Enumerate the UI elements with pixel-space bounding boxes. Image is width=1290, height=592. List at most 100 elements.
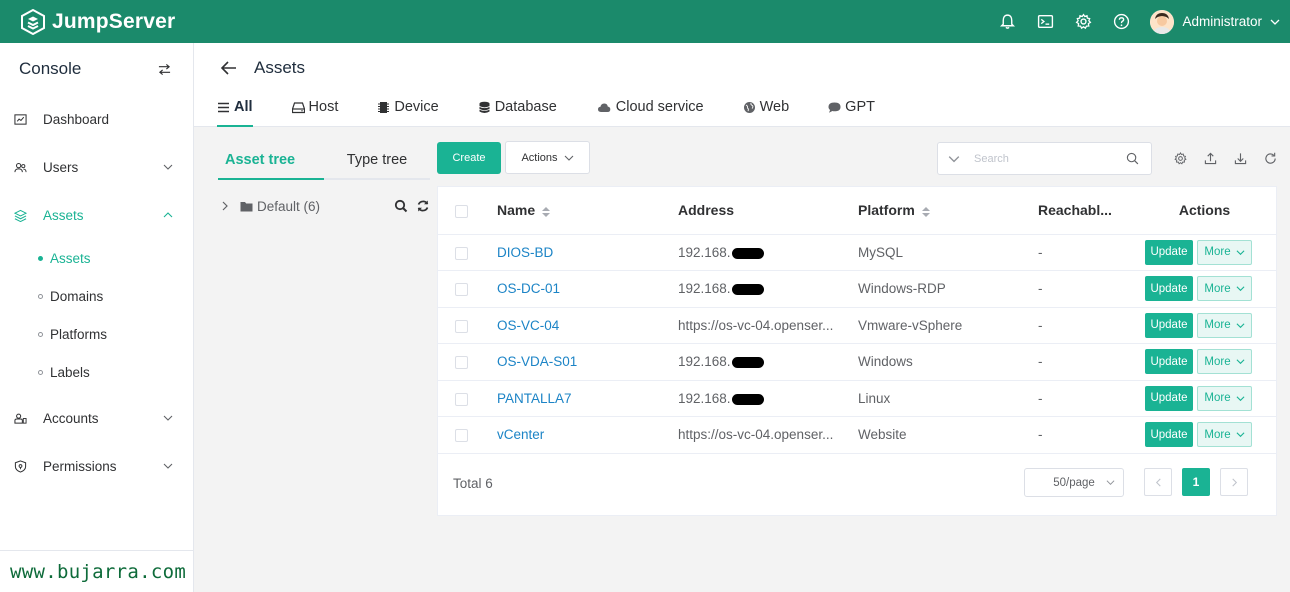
sort-icon[interactable] <box>541 206 551 218</box>
chevron-down-icon[interactable] <box>948 153 960 165</box>
tab-database[interactable]: Database <box>478 95 557 127</box>
update-button[interactable]: Update <box>1145 276 1193 302</box>
row-checkbox[interactable] <box>455 246 468 260</box>
tab-type-tree[interactable]: Type tree <box>324 142 430 178</box>
chevron-left-icon <box>1155 478 1161 486</box>
sidebar-subitem-label: Domains <box>50 288 104 304</box>
update-button[interactable]: Update <box>1145 385 1193 411</box>
redaction-mark <box>731 357 764 369</box>
asset-address: 192.168. <box>678 354 731 370</box>
sidebar-footer: www.bujarra.com <box>0 550 193 592</box>
sidebar-item-dashboard[interactable]: Dashboard <box>0 95 193 143</box>
user-menu[interactable]: Administrator <box>1150 0 1280 43</box>
next-page-button[interactable] <box>1220 468 1248 496</box>
asset-address: https://os-vc-04.openser... <box>678 307 858 344</box>
asset-reachable: - <box>1038 380 1133 417</box>
settings-button[interactable] <box>1165 150 1195 166</box>
update-button[interactable]: Update <box>1145 422 1193 448</box>
tab-web[interactable]: Web <box>743 95 789 127</box>
select-all-checkbox[interactable] <box>455 205 468 219</box>
table-row: vCenter https://os-vc-04.openser... Webs… <box>438 416 1276 454</box>
sidebar-subitem-platforms[interactable]: Platforms <box>0 315 193 353</box>
sidebar-item-assets[interactable]: Assets <box>0 191 193 239</box>
asset-name-link[interactable]: vCenter <box>497 427 544 442</box>
page-number-current[interactable]: 1 <box>1182 468 1210 496</box>
terminal-icon[interactable] <box>1026 0 1064 43</box>
tab-all[interactable]: All <box>217 95 253 127</box>
column-header-platform[interactable]: Platform <box>858 187 1038 235</box>
tab-label: Host <box>308 99 339 115</box>
tree-node-default[interactable]: Default (6) <box>218 194 430 218</box>
more-dropdown[interactable]: More <box>1197 276 1252 302</box>
sidebar-subitem-domains[interactable]: Domains <box>0 277 193 315</box>
more-dropdown[interactable]: More <box>1197 349 1252 375</box>
row-checkbox[interactable] <box>455 356 468 370</box>
search-input[interactable] <box>974 152 1126 165</box>
more-dropdown[interactable]: More <box>1197 312 1252 338</box>
create-button[interactable]: Create <box>437 142 501 174</box>
tree-tabs: Asset tree Type tree <box>218 142 430 180</box>
update-button[interactable]: Update <box>1145 349 1193 375</box>
row-checkbox[interactable] <box>455 319 468 333</box>
tab-host[interactable]: Host <box>291 95 339 127</box>
help-icon[interactable] <box>1102 0 1140 43</box>
prev-page-button[interactable] <box>1144 468 1172 496</box>
asset-name-link[interactable]: DIOS-BD <box>497 245 553 260</box>
sidebar-item-permissions[interactable]: Permissions <box>0 442 193 490</box>
back-arrow-icon[interactable] <box>220 59 238 77</box>
sidebar-subitem-assets[interactable]: Assets <box>0 239 193 277</box>
chevron-right-icon[interactable] <box>220 201 230 211</box>
bullet-icon <box>38 331 43 337</box>
asset-platform: Linux <box>858 380 1038 417</box>
bullet-icon <box>38 255 43 261</box>
tab-asset-tree[interactable]: Asset tree <box>218 142 324 178</box>
row-checkbox[interactable] <box>455 429 468 443</box>
actions-dropdown[interactable]: Actions <box>505 141 590 174</box>
brand[interactable]: JumpServer <box>0 0 175 43</box>
more-dropdown[interactable]: More <box>1197 422 1252 448</box>
bullet-icon <box>38 369 43 375</box>
tab-gpt[interactable]: GPT <box>828 95 875 127</box>
sidebar-subitem-labels[interactable]: Labels <box>0 353 193 391</box>
tab-cloud-service[interactable]: Cloud service <box>596 95 704 127</box>
more-dropdown[interactable]: More <box>1197 385 1252 411</box>
upload-icon <box>1204 152 1216 164</box>
chevron-down-icon <box>163 463 173 469</box>
switch-icon[interactable] <box>158 63 171 76</box>
column-header-name[interactable]: Name <box>497 187 678 235</box>
refresh-icon[interactable] <box>416 199 430 213</box>
asset-reachable: - <box>1038 270 1133 308</box>
row-checkbox[interactable] <box>455 392 468 406</box>
console-switch[interactable]: Console <box>0 43 193 95</box>
sidebar-subitem-label: Labels <box>50 364 90 380</box>
asset-reachable: - <box>1038 307 1133 344</box>
search-icon[interactable] <box>394 199 408 213</box>
cloud-icon <box>597 103 611 112</box>
sidebar-item-users[interactable]: Users <box>0 143 193 191</box>
tab-device[interactable]: Device <box>377 95 439 127</box>
asset-name-link[interactable]: OS-VC-04 <box>497 318 559 333</box>
hdd-icon <box>291 102 305 114</box>
import-button[interactable] <box>1225 150 1255 166</box>
sort-icon[interactable] <box>921 206 931 218</box>
gear-icon <box>1173 151 1187 165</box>
asset-address: https://os-vc-04.openser... <box>678 416 858 454</box>
asset-name-link[interactable]: PANTALLA7 <box>497 391 572 406</box>
more-dropdown[interactable]: More <box>1197 239 1252 265</box>
bell-icon[interactable] <box>988 0 1026 43</box>
sidebar-item-accounts[interactable]: Accounts <box>0 394 193 442</box>
page-size-select[interactable]: 50/page <box>1024 468 1124 497</box>
update-button[interactable]: Update <box>1145 239 1193 265</box>
download-icon <box>1234 152 1246 164</box>
brand-name: JumpServer <box>52 9 176 33</box>
refresh-button[interactable] <box>1255 150 1285 166</box>
search-box[interactable] <box>937 142 1152 175</box>
tab-label: Device <box>394 99 439 115</box>
gear-icon[interactable] <box>1064 0 1102 43</box>
update-button[interactable]: Update <box>1145 312 1193 338</box>
asset-name-link[interactable]: OS-DC-01 <box>497 281 560 296</box>
asset-reachable: - <box>1038 416 1133 454</box>
asset-name-link[interactable]: OS-VDA-S01 <box>497 354 577 369</box>
row-checkbox[interactable] <box>455 283 468 297</box>
export-button[interactable] <box>1195 150 1225 166</box>
